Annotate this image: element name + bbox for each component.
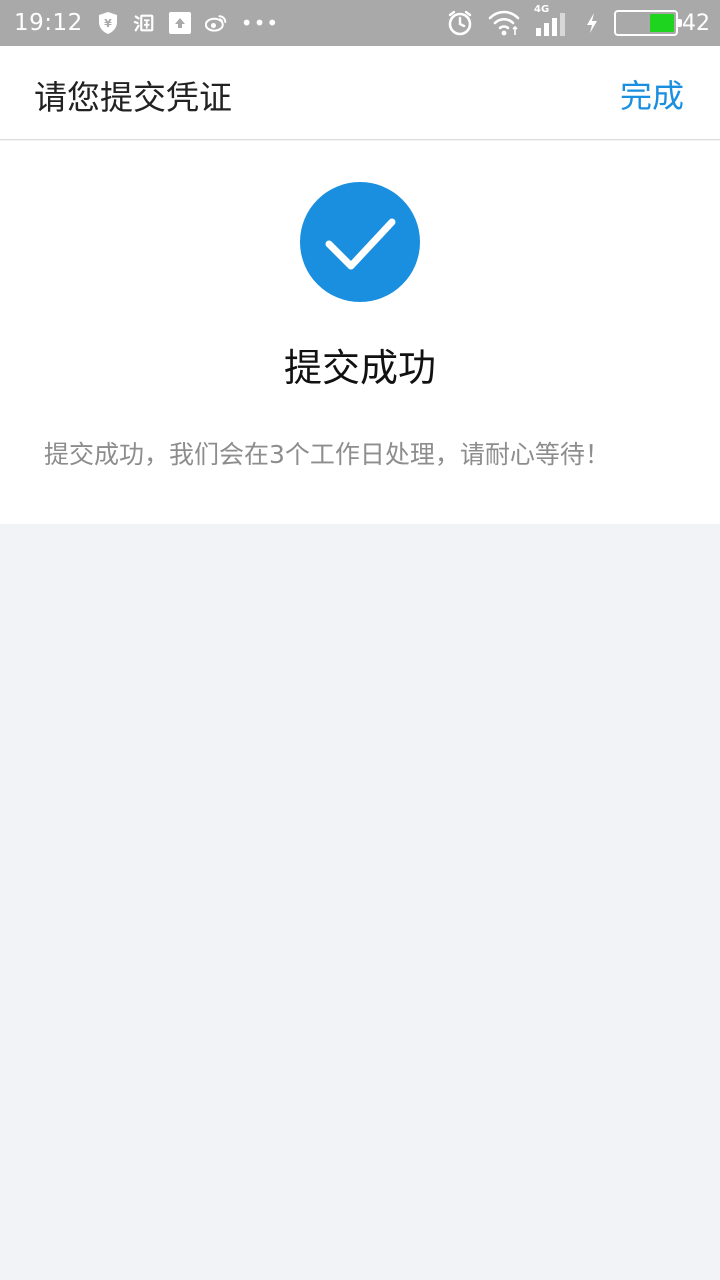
status-time: 19:12: [14, 10, 83, 36]
more-notifications-icon: •••: [240, 11, 280, 35]
done-button[interactable]: 完成: [620, 71, 684, 117]
shield-yen-icon: ¥: [97, 12, 119, 34]
success-check-icon: [300, 182, 420, 302]
alarm-icon: [446, 9, 474, 37]
upload-icon: [168, 12, 191, 34]
taobao-icon: [133, 12, 155, 34]
status-bar: 19:12 ¥ ••• 4G 42: [0, 0, 720, 46]
success-title: 提交成功: [283, 346, 436, 390]
page-header: 请您提交凭证 完成: [0, 46, 720, 140]
charging-icon: [584, 12, 600, 34]
weibo-icon: [204, 12, 227, 34]
page-title: 请您提交凭证: [34, 78, 232, 117]
wifi-icon: [488, 9, 520, 37]
battery-icon: [614, 10, 682, 36]
svg-text:¥: ¥: [104, 17, 112, 30]
battery-percent: 42: [682, 10, 710, 36]
success-message: 提交成功，我们会在3个工作日处理，请耐心等待！: [44, 440, 610, 469]
network-type-label: 4G: [534, 4, 550, 15]
signal-icon: 4G: [534, 4, 570, 38]
result-card: 提交成功 提交成功，我们会在3个工作日处理，请耐心等待！: [0, 141, 720, 524]
